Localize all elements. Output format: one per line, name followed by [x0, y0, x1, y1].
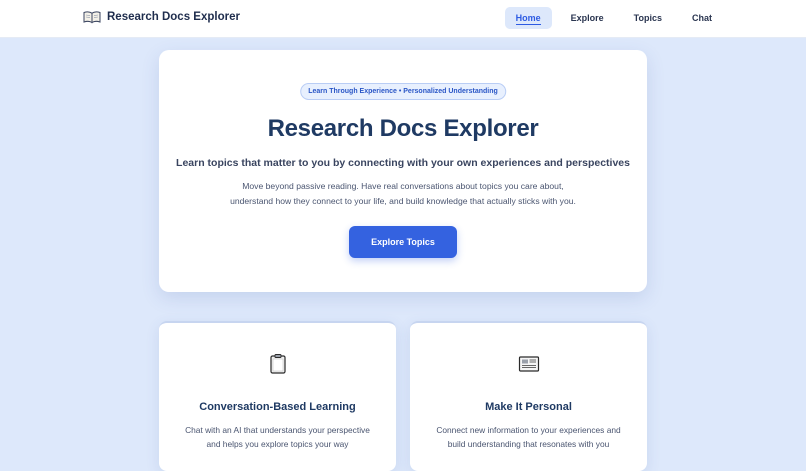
feature-description-line: Chat with an AI that understands your pe… [185, 425, 370, 435]
feature-title: Conversation-Based Learning [199, 401, 356, 413]
hero-title: Research Docs Explorer [267, 115, 539, 142]
hero-card: Learn Through Experience • Personalized … [159, 50, 647, 292]
feature-description-line: build understanding that resonates with … [447, 439, 610, 449]
hero-badge: Learn Through Experience • Personalized … [300, 83, 506, 100]
feature-card-personal: Make It Personal Connect new information… [410, 321, 647, 471]
hero-description-line: understand how they connect to your life… [230, 196, 576, 206]
newspaper-icon [518, 353, 540, 375]
main-nav: Home Explore Topics Chat [504, 7, 723, 29]
feature-description-line: Connect new information to your experien… [436, 425, 621, 435]
hero-description: Move beyond passive reading. Have real c… [199, 179, 607, 209]
brand-title: Research Docs Explorer [107, 11, 240, 23]
brand[interactable]: Research Docs Explorer [83, 10, 240, 24]
feature-description: Chat with an AI that understands your pe… [174, 423, 381, 451]
nav-home-label: Home [515, 13, 541, 25]
feature-title: Make It Personal [485, 401, 572, 413]
hero-description-line: Move beyond passive reading. Have real c… [242, 181, 564, 191]
feature-description-line: and helps you explore topics your way [206, 439, 349, 449]
explore-topics-button[interactable]: Explore Topics [349, 226, 457, 258]
open-book-icon [83, 10, 101, 24]
clipboard-icon [267, 353, 289, 375]
nav-home[interactable]: Home [504, 7, 552, 29]
top-navbar: Research Docs Explorer Home Explore Topi… [0, 0, 806, 38]
feature-description: Connect new information to your experien… [425, 423, 632, 451]
hero-subtitle: Learn topics that matter to you by conne… [176, 157, 630, 169]
nav-topics[interactable]: Topics [623, 7, 673, 29]
feature-card-conversation: Conversation-Based Learning Chat with an… [159, 321, 396, 471]
nav-explore[interactable]: Explore [560, 7, 615, 29]
nav-chat[interactable]: Chat [681, 7, 723, 29]
